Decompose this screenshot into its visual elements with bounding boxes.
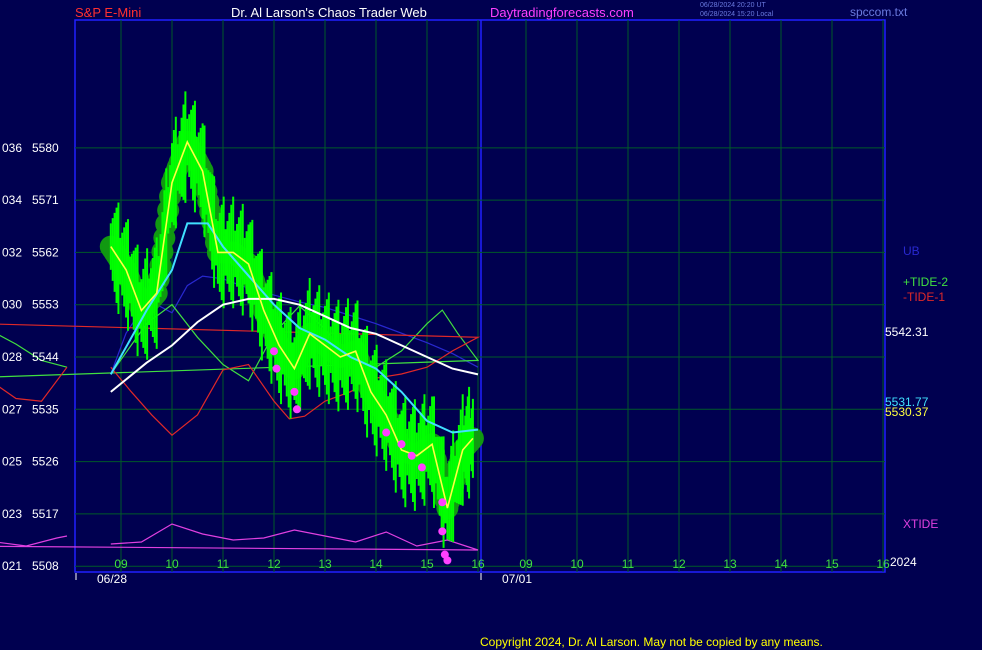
- signal-dot: [407, 451, 416, 460]
- grid: [75, 20, 885, 572]
- x-hour-label: 11: [217, 557, 230, 571]
- x-date-label: 07/01: [502, 572, 532, 586]
- y-tick-secondary: 036: [2, 141, 22, 155]
- x-hour-label: 09: [519, 557, 533, 571]
- price-bars: [109, 91, 474, 548]
- x-hour-label: 12: [672, 557, 686, 571]
- y-tick-label: 5553: [32, 298, 59, 312]
- site-title: Dr. Al Larson's Chaos Trader Web: [231, 5, 427, 20]
- y-tick-label: 5508: [32, 559, 59, 573]
- x-year-label: 2024: [890, 555, 917, 569]
- x-hour-label: 12: [267, 557, 281, 571]
- y-tick-secondary: 028: [2, 350, 22, 364]
- x-hour-label: 13: [723, 557, 737, 571]
- instrument-title: S&P E-Mini: [75, 5, 142, 20]
- signal-dot: [443, 556, 452, 565]
- signal-dot: [438, 498, 447, 507]
- copyright-notice: Copyright 2024, Dr. Al Larson. May not b…: [480, 635, 823, 649]
- y-tick-secondary: 032: [2, 245, 22, 259]
- indicator-line: [0, 523, 479, 551]
- timestamp-ut: 06/28/2024 20:20 UT: [700, 2, 766, 9]
- y-tick-label: 5562: [32, 245, 59, 259]
- timestamp-local: 06/28/2024 15:20 Local: [700, 11, 774, 18]
- y-axis-labels: 021 5508 023 5517 025 5526 027 5535 028 5544 030 55…: [2, 141, 59, 573]
- y-tick-secondary: 034: [2, 193, 22, 207]
- indicator-label: XTIDE: [903, 517, 938, 531]
- signal-dot: [272, 364, 281, 373]
- x-hour-label: 14: [369, 557, 383, 571]
- y-tick-label: 5535: [32, 402, 59, 416]
- y-tick-label: 5580: [32, 141, 59, 155]
- y-tick-secondary: 027: [2, 402, 22, 416]
- signal-dot: [382, 428, 391, 437]
- x-hour-label: 16: [876, 557, 890, 571]
- y-tick-secondary: 023: [2, 507, 22, 521]
- x-hour-label: 16: [471, 557, 485, 571]
- x-hour-label: 15: [825, 557, 839, 571]
- signal-dot: [292, 405, 301, 414]
- signal-dot: [397, 440, 406, 449]
- chart-canvas: 021 5508 023 5517 025 5526 027 5535 028 5544 030 55…: [0, 19, 948, 586]
- x-hour-label: 10: [570, 557, 584, 571]
- signal-dot: [270, 347, 278, 356]
- signal-dot: [417, 463, 426, 472]
- indicator-label: UB: [903, 244, 920, 258]
- x-hour-label: 09: [114, 557, 128, 571]
- right-labels: UB+TIDE-2-TIDE-1XTIDE5542.315531.775530.…: [885, 244, 948, 531]
- y-tick-label: 5571: [32, 193, 59, 207]
- y-tick-label: 5544: [32, 350, 59, 364]
- y-tick-label: 5526: [32, 455, 59, 469]
- y-tick-secondary: 025: [2, 455, 22, 469]
- x-hour-label: 15: [420, 557, 434, 571]
- site-link[interactable]: Daytradingforecasts.com: [490, 5, 634, 20]
- y-tick-secondary: 021: [2, 559, 22, 573]
- plot-frame: [74, 19, 886, 573]
- indicator-label: -TIDE-1: [903, 290, 945, 304]
- value-label-last-price: 5530.37: [885, 405, 929, 419]
- indicator-label: +TIDE-2: [903, 275, 948, 289]
- x-hour-label: 14: [774, 557, 788, 571]
- x-axis-labels: 09 10 11 12 13 14 15 16 09 10 11 12 13 14 15 16 06/28 07/…: [75, 555, 917, 586]
- x-hour-label: 10: [165, 557, 179, 571]
- signal-dot: [290, 387, 299, 396]
- x-date-label: 06/28: [97, 572, 127, 586]
- value-label-slow-ma: 5542.31: [885, 325, 929, 339]
- y-tick-secondary: 030: [2, 298, 22, 312]
- data-file-name: spccom.txt: [850, 5, 908, 19]
- signal-dot: [438, 527, 447, 536]
- y-tick-label: 5517: [32, 507, 59, 521]
- x-hour-label: 13: [318, 557, 332, 571]
- indicator-line: [0, 303, 480, 382]
- x-hour-label: 11: [622, 557, 635, 571]
